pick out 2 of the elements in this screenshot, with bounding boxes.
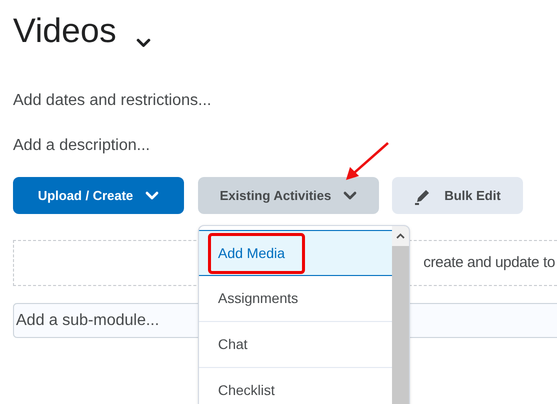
dropzone-text: create and update to: [423, 252, 555, 273]
page-title: Videos: [13, 14, 116, 48]
